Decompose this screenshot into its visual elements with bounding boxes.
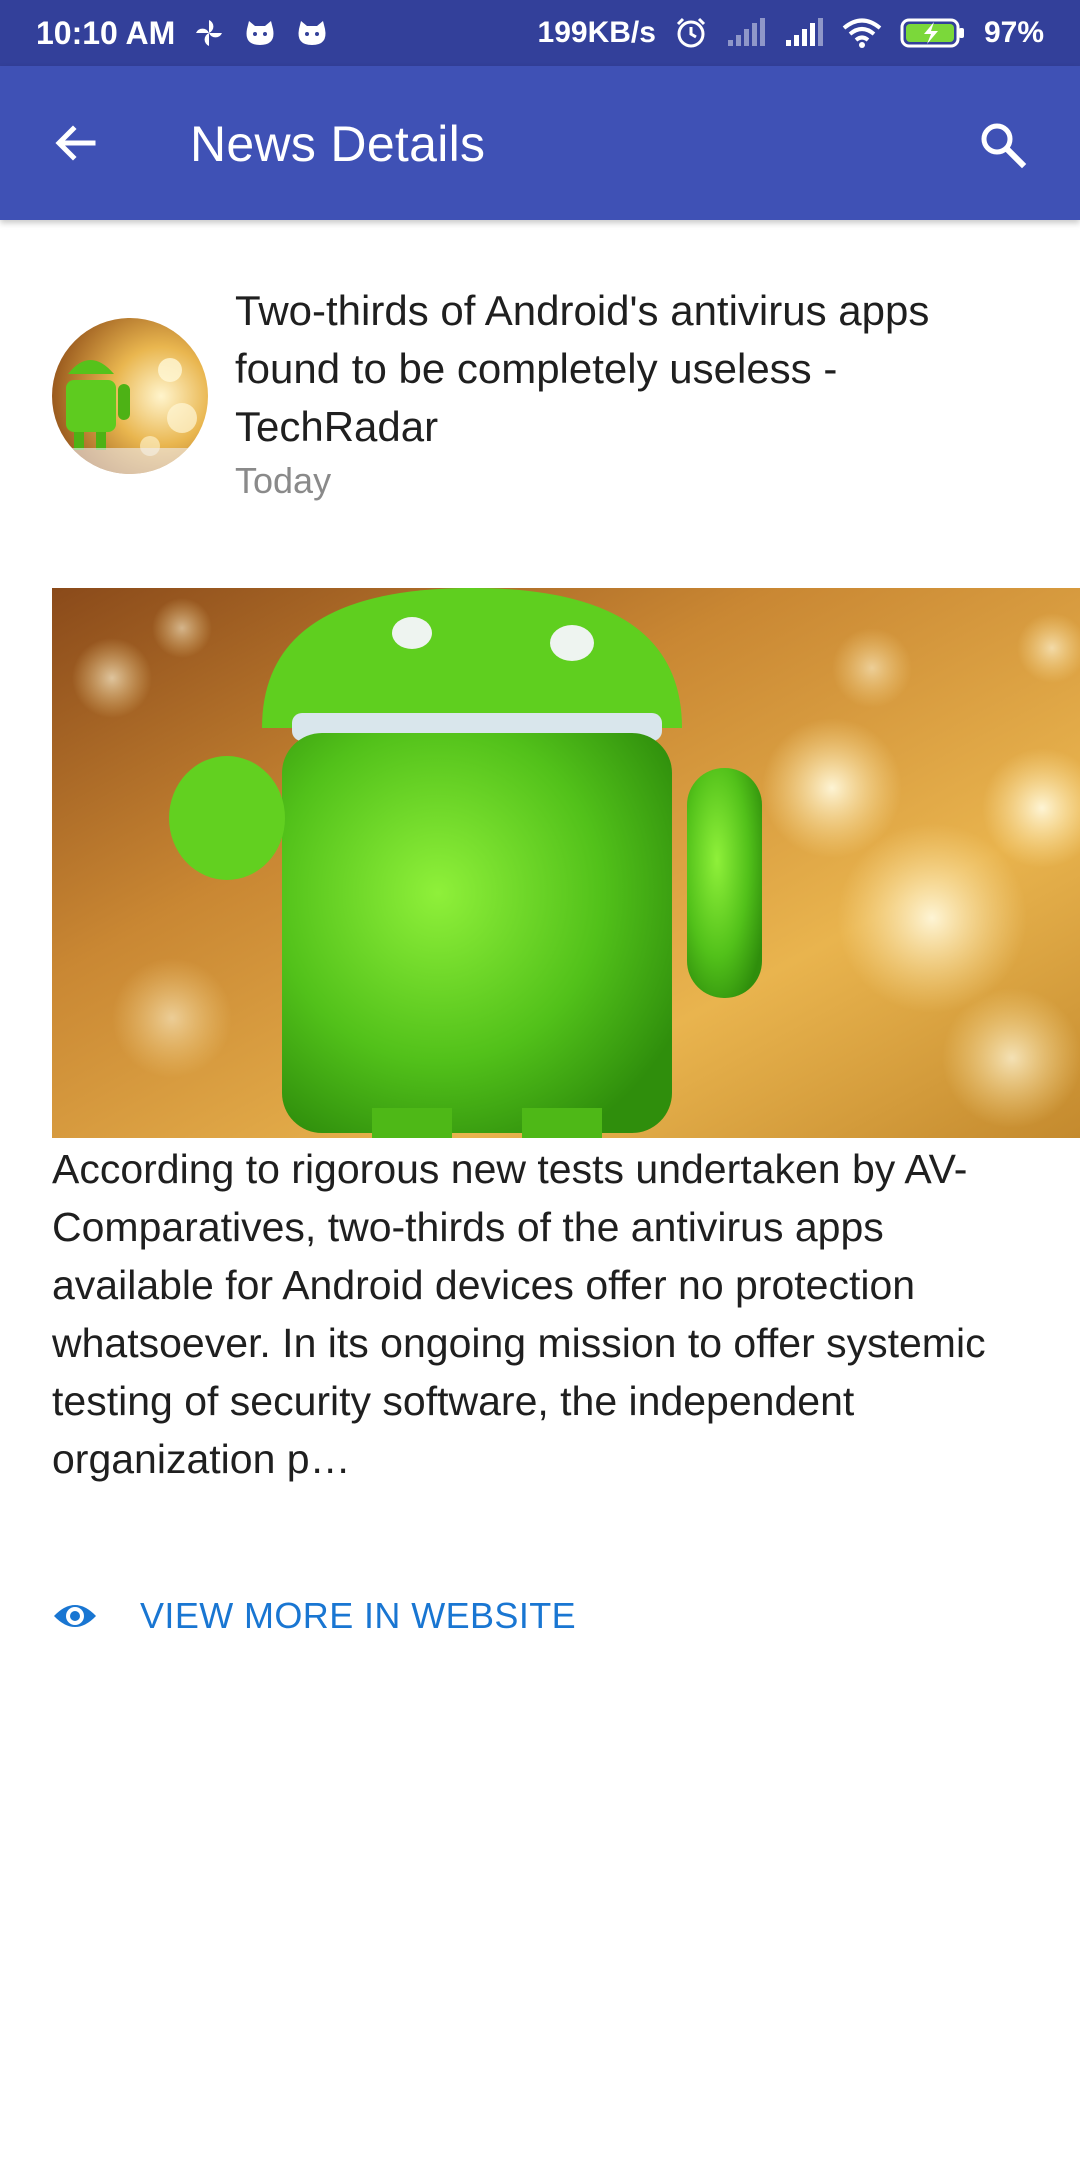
eye-icon [52,1593,98,1639]
view-more-button[interactable]: VIEW MORE IN WEBSITE [52,1586,576,1646]
article-body: According to rigorous new tests undertak… [52,1146,986,1482]
back-button[interactable] [40,108,110,178]
cat-icon [243,19,277,47]
status-time: 10:10 AM [36,14,176,51]
cat-icon [295,19,329,47]
article-image [52,588,1080,1138]
search-button[interactable] [964,106,1040,182]
page-title: News Details [190,116,486,172]
signal-icon [784,18,824,48]
arrow-back-icon [55,125,96,161]
alarm-icon [674,16,708,50]
status-bar: 10:10 AM 199KB/s 97% [0,0,1080,66]
search-icon [981,123,1027,169]
avatar [52,318,208,474]
article-headline: Two-thirds of Android's antivirus apps f… [235,287,930,450]
app-bar: News Details [0,66,1080,220]
signal-icon [726,18,766,48]
article-date: Today [235,460,332,501]
network-speed: 199KB/s [537,16,656,49]
wifi-icon [842,17,882,49]
battery-charging-icon [900,17,966,49]
view-more-label: VIEW MORE IN WEBSITE [140,1595,577,1636]
battery-percent: 97% [983,16,1044,49]
pinwheel-icon [193,17,225,49]
